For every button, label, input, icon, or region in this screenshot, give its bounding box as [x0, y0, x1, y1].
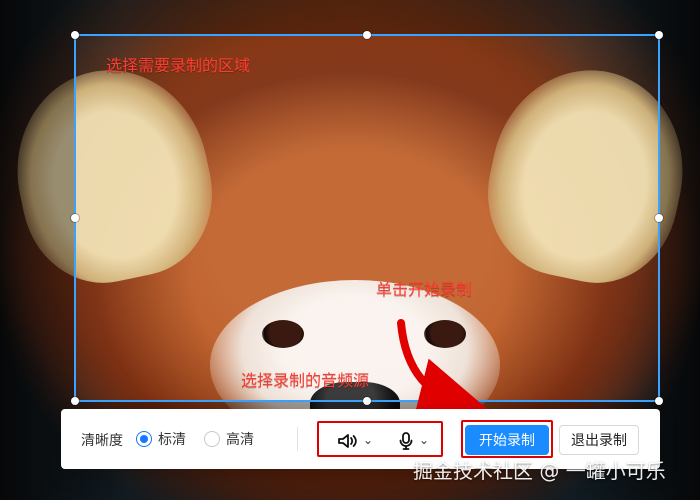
- resize-handle-top-right[interactable]: [655, 31, 663, 39]
- resize-handle-right[interactable]: [655, 214, 663, 222]
- resize-handle-top[interactable]: [363, 31, 371, 39]
- resize-handle-bottom[interactable]: [363, 397, 371, 405]
- audio-source-selector: ⌄ ⌄: [317, 421, 443, 457]
- dim-overlay-top: [0, 0, 700, 34]
- microphone-dropdown[interactable]: ⌄: [397, 430, 429, 452]
- microphone-icon: [399, 432, 413, 450]
- radio-unchecked-icon: [204, 431, 220, 447]
- exit-recording-button[interactable]: 退出录制: [559, 425, 639, 455]
- dim-overlay-left: [0, 34, 74, 402]
- resize-handle-bottom-left[interactable]: [71, 397, 79, 405]
- resize-handle-top-left[interactable]: [71, 31, 79, 39]
- radio-checked-icon: [136, 431, 152, 447]
- resize-handle-left[interactable]: [71, 214, 79, 222]
- annotation-select-region: 选择需要录制的区域: [106, 56, 251, 75]
- clarity-option-high[interactable]: 高清: [204, 429, 254, 449]
- clarity-option-standard-label: 标清: [158, 432, 186, 448]
- start-recording-button[interactable]: 开始录制: [465, 425, 549, 455]
- system-audio-dropdown[interactable]: ⌄: [337, 430, 373, 452]
- speaker-icon: [338, 434, 357, 448]
- annotation-click-start: 单击开始录制: [376, 280, 473, 299]
- chevron-down-icon: ⌄: [363, 433, 374, 447]
- clarity-label: 清晰度: [81, 433, 123, 449]
- chevron-down-icon: ⌄: [419, 433, 430, 447]
- annotation-select-audio: 选择录制的音频源: [241, 371, 370, 390]
- toolbar-divider: [297, 427, 298, 451]
- clarity-option-standard[interactable]: 标清: [136, 429, 186, 449]
- watermark: 掘金技术社区 @ 一罐小可乐: [413, 459, 666, 483]
- clarity-option-high-label: 高清: [226, 432, 254, 448]
- resize-handle-bottom-right[interactable]: [655, 397, 663, 405]
- recording-selection[interactable]: [71, 31, 663, 405]
- dim-overlay-right: [660, 34, 700, 402]
